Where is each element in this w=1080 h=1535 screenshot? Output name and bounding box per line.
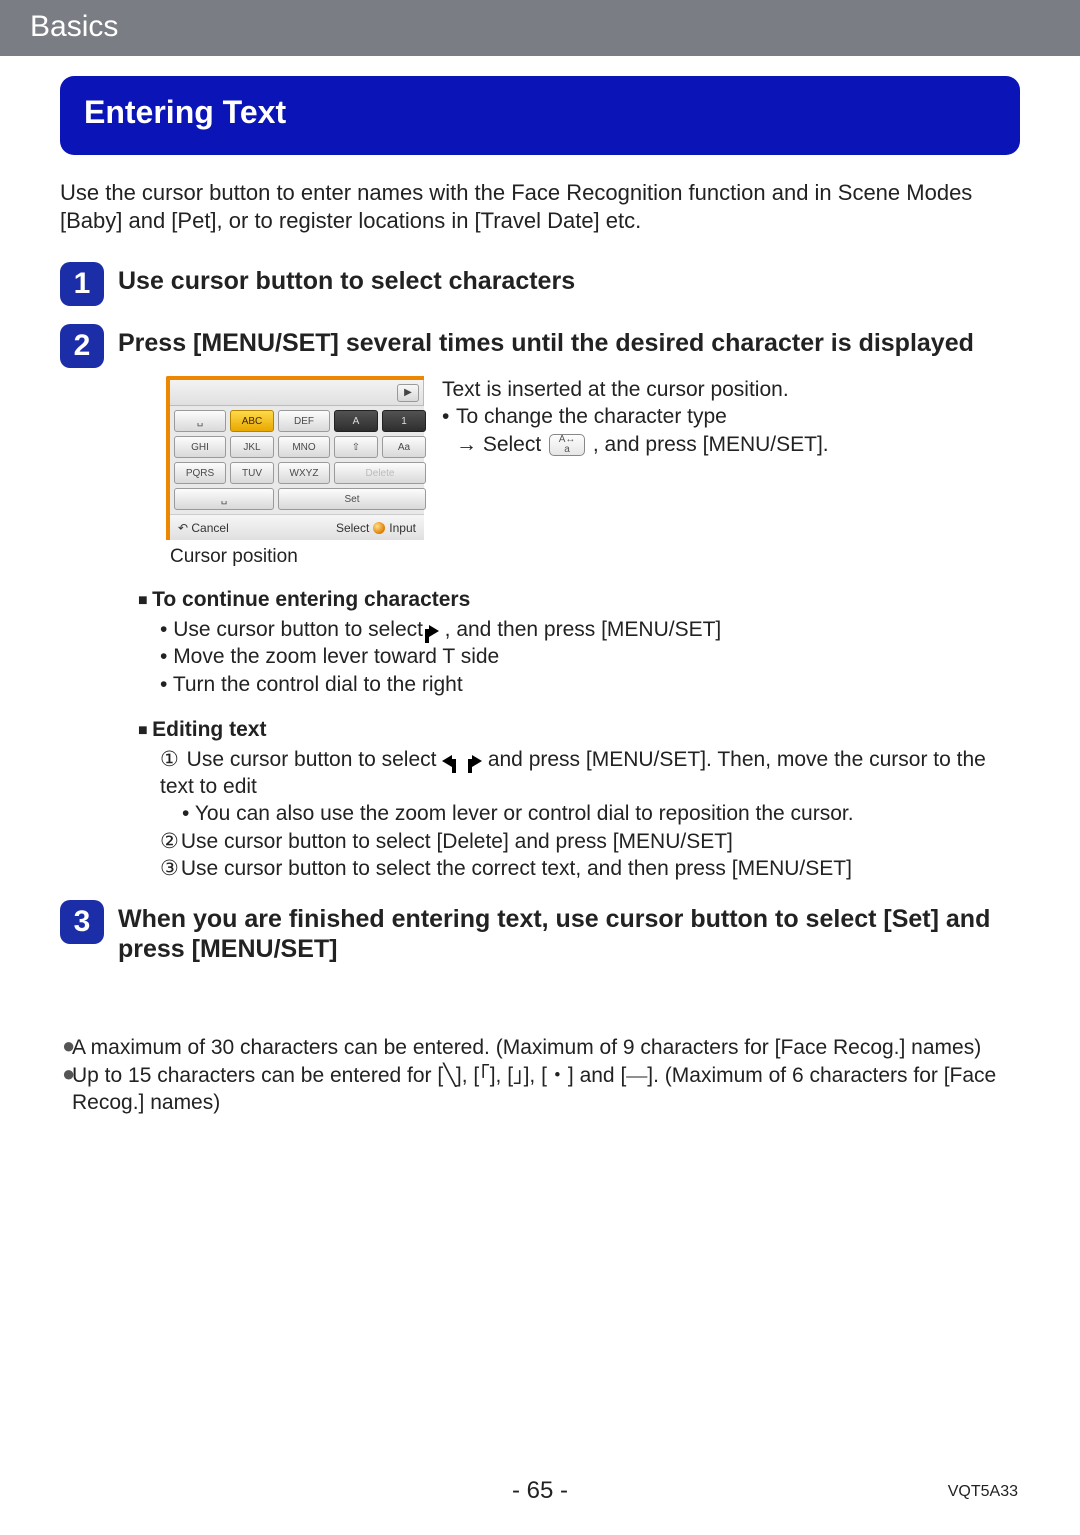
footnote-2-m4: ] and [ <box>568 1064 626 1087</box>
insert-note-line1: Text is inserted at the cursor position. <box>442 376 829 403</box>
continue-item-1-pre: Use cursor button to select <box>173 618 429 641</box>
insert-note-bullet: To change the character type <box>456 403 829 430</box>
continue-item-1-post: , and then press [MENU/SET] <box>445 618 722 641</box>
stroke-glyph-4: ・ <box>547 1063 568 1087</box>
keyboard-caption: Cursor position <box>170 546 424 568</box>
footnotes: ● A maximum of 30 characters can be ente… <box>62 1034 1018 1116</box>
keyboard-wrap: ▶ ␣ ABC DEF A 1 GHI JKL MNO <box>166 376 424 568</box>
manual-page: Basics Entering Text Use the cursor butt… <box>0 0 1080 1535</box>
edit-step-1: Use cursor button to select and press [M… <box>160 746 1020 801</box>
breadcrumb-bar: Basics <box>0 0 1080 56</box>
edit-step-3: Use cursor button to select the correct … <box>160 855 1020 882</box>
right-arrow-icon <box>472 755 482 767</box>
key-def: DEF <box>278 410 330 432</box>
section-title-chip: Entering Text <box>60 76 1020 155</box>
step-1-title: Use cursor button to select characters <box>118 262 1020 296</box>
step-3: 3 When you are finished entering text, u… <box>60 900 1020 964</box>
continue-list: Use cursor button to select , and then p… <box>160 616 1020 698</box>
section-title: Entering Text <box>84 94 286 130</box>
insert-note-arrow-line: → Select A↔ a , and press [MENU/SET]. <box>456 431 829 458</box>
continue-block: ■ To continue entering characters Use cu… <box>138 588 1020 698</box>
intro-paragraph: Use the cursor button to enter names wit… <box>60 179 1018 234</box>
step-number-badge: 1 <box>60 262 104 306</box>
key-mode-a: A <box>334 410 378 432</box>
bullet-marker: • <box>442 403 456 458</box>
insert-note-arrow-pre: → Select <box>456 433 547 456</box>
joystick-icon <box>373 522 385 534</box>
continue-item-3: Turn the control dial to the right <box>160 671 1020 698</box>
continue-heading-text: To continue entering characters <box>152 588 470 611</box>
stroke-glyph-5: ― <box>626 1063 647 1087</box>
keyboard-illustration-row: ▶ ␣ ABC DEF A 1 GHI JKL MNO <box>166 376 1020 568</box>
footnote-2-pre: Up to 15 characters can be entered for [ <box>72 1064 443 1087</box>
footnote-1: ● A maximum of 30 characters can be ente… <box>62 1034 1018 1061</box>
key-space-2: ␣ <box>174 488 274 510</box>
keyboard-cancel-label: ↶ Cancel <box>178 521 229 535</box>
edit-heading-text: Editing text <box>152 718 266 741</box>
edit-step-1-note: You can also use the zoom lever or contr… <box>160 800 1020 827</box>
key-pqrs: PQRS <box>174 462 226 484</box>
key-case: Aa <box>382 436 426 458</box>
document-id: VQT5A33 <box>948 1483 1018 1501</box>
left-arrow-icon <box>442 755 452 767</box>
key-set: Set <box>278 488 426 510</box>
page-number: - 65 - <box>0 1477 1080 1505</box>
insert-note: Text is inserted at the cursor position.… <box>442 376 829 568</box>
edit-block: ■ Editing text Use cursor button to sele… <box>138 718 1020 882</box>
edit-step-1-pre: Use cursor button to select <box>187 748 443 771</box>
key-delete: Delete <box>334 462 426 484</box>
play-icon: ▶ <box>397 384 419 402</box>
key-tuv: TUV <box>230 462 274 484</box>
continue-heading: ■ To continue entering characters <box>138 588 1020 612</box>
stroke-glyph-3: 」 <box>513 1063 524 1087</box>
key-mno: MNO <box>278 436 330 458</box>
footnote-2-m3: ], [ <box>524 1064 547 1087</box>
breadcrumb: Basics <box>30 10 118 43</box>
on-screen-keyboard: ▶ ␣ ABC DEF A 1 GHI JKL MNO <box>166 376 424 540</box>
bullet-icon: ● <box>62 1034 72 1061</box>
insert-note-arrow-post: , and press [MENU/SET]. <box>593 433 829 456</box>
edit-list: Use cursor button to select and press [M… <box>160 746 1020 882</box>
step-3-title: When you are finished entering text, use… <box>118 900 1020 964</box>
keyboard-text-entry-bar: ▶ <box>170 380 424 406</box>
keyboard-select-label: Select <box>336 521 369 535</box>
key-space: ␣ <box>174 410 226 432</box>
bullet-icon: ● <box>62 1062 72 1117</box>
key-wxyz: WXYZ <box>278 462 330 484</box>
step-number-badge: 2 <box>60 324 104 368</box>
stroke-glyph-1: ╲ <box>443 1063 456 1087</box>
key-shift: ⇧ <box>334 436 378 458</box>
key-jkl: JKL <box>230 436 274 458</box>
continue-item-2: Move the zoom lever toward T side <box>160 643 1020 670</box>
edit-heading: ■ Editing text <box>138 718 1020 742</box>
step-2: 2 Press [MENU/SET] several times until t… <box>60 324 1020 882</box>
footnote-2-m2: ], [ <box>490 1064 513 1087</box>
char-type-key-icon-bot: a <box>564 445 570 455</box>
stroke-glyph-2: 「 <box>479 1063 490 1087</box>
footnote-2-text: Up to 15 characters can be entered for [… <box>72 1062 1018 1117</box>
step-number-badge: 3 <box>60 900 104 944</box>
key-mode-1: 1 <box>382 410 426 432</box>
steps-list: 1 Use cursor button to select characters… <box>60 262 1020 964</box>
footnote-2: ● Up to 15 characters can be entered for… <box>62 1062 1018 1117</box>
step-2-title: Press [MENU/SET] several times until the… <box>118 324 1020 358</box>
keyboard-key-grid: ␣ ABC DEF A 1 GHI JKL MNO ⇧ Aa PQRS <box>170 406 424 514</box>
keyboard-footer: ↶ Cancel Select Input <box>170 514 424 540</box>
key-ghi: GHI <box>174 436 226 458</box>
footnote-2-m1: ], [ <box>456 1064 479 1087</box>
key-abc: ABC <box>230 410 274 432</box>
keyboard-input-label: Input <box>389 521 416 535</box>
char-type-key-icon: A↔ a <box>549 434 585 456</box>
edit-step-2: Use cursor button to select [Delete] and… <box>160 828 1020 855</box>
step-1: 1 Use cursor button to select characters <box>60 262 1020 306</box>
footnote-1-text: A maximum of 30 characters can be entere… <box>72 1034 981 1061</box>
continue-item-1: Use cursor button to select , and then p… <box>160 616 1020 643</box>
right-arrow-icon <box>429 625 439 637</box>
